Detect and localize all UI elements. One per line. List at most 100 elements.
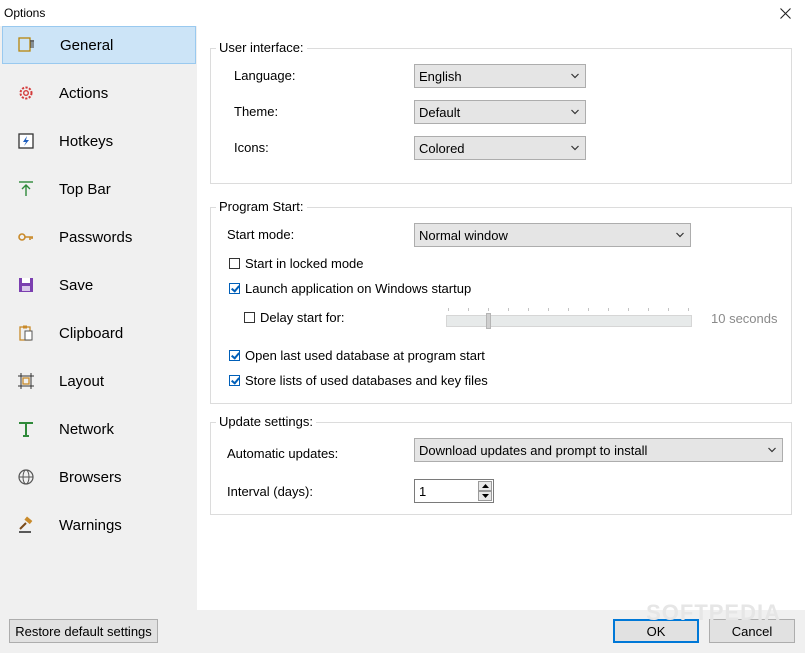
- sidebar-item-warnings[interactable]: Warnings: [2, 506, 196, 544]
- user-interface-group: User interface: Language: English Theme:…: [210, 40, 792, 184]
- slider-tick: [448, 308, 449, 311]
- launch-on-startup-checkbox[interactable]: Launch application on Windows startup: [229, 281, 471, 296]
- slider-tick: [468, 308, 469, 311]
- sidebar-item-save[interactable]: Save: [2, 266, 196, 304]
- delay-slider-track[interactable]: [446, 315, 692, 327]
- gear-icon: [16, 83, 36, 103]
- automatic-updates-dropdown[interactable]: Download updates and prompt to install: [414, 438, 783, 462]
- sidebar-item-network[interactable]: Network: [2, 410, 196, 448]
- watermark: SOFTPEDIA: [646, 600, 781, 625]
- clipboard-icon: [16, 323, 36, 343]
- triangle-down-icon: [481, 494, 489, 498]
- floppy-icon: [16, 275, 36, 295]
- start-mode-label: Start mode:: [227, 227, 295, 242]
- sidebar: General Actions Hotkeys Top Bar Password…: [0, 26, 197, 610]
- sidebar-item-label: Browsers: [59, 468, 122, 486]
- checkbox-label: Delay start for:: [260, 310, 345, 325]
- language-label: Language:: [234, 68, 296, 83]
- slider-tick: [628, 308, 629, 311]
- triangle-up-icon: [481, 484, 489, 488]
- slider-tick: [488, 308, 489, 311]
- slider-tick: [668, 308, 669, 311]
- interval-value: 1: [419, 484, 427, 499]
- interval-stepper[interactable]: 1: [414, 479, 494, 503]
- store-lists-checkbox[interactable]: Store lists of used databases and key fi…: [229, 373, 488, 388]
- checkbox-label: Start in locked mode: [245, 256, 364, 271]
- open-last-database-checkbox[interactable]: Open last used database at program start: [229, 348, 485, 363]
- language-dropdown[interactable]: English: [414, 64, 586, 88]
- sidebar-item-layout[interactable]: Layout: [2, 362, 196, 400]
- start-mode-dropdown[interactable]: Normal window: [414, 223, 691, 247]
- sidebar-item-label: Layout: [59, 372, 105, 390]
- sidebar-item-top-bar[interactable]: Top Bar: [2, 170, 196, 208]
- sidebar-item-label: Top Bar: [59, 180, 111, 198]
- general-icon: [17, 35, 37, 55]
- slider-tick: [568, 308, 569, 311]
- slider-tick: [528, 308, 529, 311]
- sidebar-item-label: Actions: [59, 84, 109, 102]
- title-bar: Options: [0, 0, 805, 26]
- slider-tick: [548, 308, 549, 311]
- chevron-down-icon: [571, 109, 579, 115]
- checkbox-box-checked: [229, 375, 240, 386]
- sidebar-item-label: Warnings: [59, 516, 122, 534]
- sidebar-item-general[interactable]: General: [2, 26, 196, 64]
- hotkeys-icon: [16, 131, 36, 151]
- sidebar-item-label: Clipboard: [59, 324, 124, 342]
- icons-value: Colored: [419, 141, 465, 156]
- close-icon: [779, 7, 791, 19]
- gavel-icon: [16, 515, 36, 535]
- checkbox-box-checked: [229, 350, 240, 361]
- restore-defaults-button[interactable]: Restore default settings: [9, 619, 158, 643]
- sidebar-item-label: Hotkeys: [59, 132, 114, 150]
- arrow-up-icon: [16, 179, 36, 199]
- interval-label: Interval (days):: [227, 484, 313, 499]
- update-settings-group: Update settings: Automatic updates: Down…: [210, 414, 792, 515]
- sidebar-item-actions[interactable]: Actions: [2, 74, 196, 112]
- sidebar-item-label: Network: [59, 420, 115, 438]
- language-value: English: [419, 69, 462, 84]
- checkbox-label: Launch application on Windows startup: [245, 281, 472, 296]
- window-title: Options: [4, 6, 46, 20]
- stepper-down-button[interactable]: [478, 491, 492, 501]
- theme-dropdown[interactable]: Default: [414, 100, 586, 124]
- checkbox-label: Store lists of used databases and key fi…: [245, 373, 488, 388]
- group-title: Program Start:: [216, 199, 307, 214]
- delay-value: 10 seconds: [711, 311, 778, 326]
- layout-icon: [16, 371, 36, 391]
- start-locked-checkbox[interactable]: Start in locked mode: [229, 256, 364, 271]
- close-button[interactable]: [765, 0, 805, 26]
- key-icon: [16, 227, 36, 247]
- checkbox-label: Open last used database at program start: [245, 348, 485, 363]
- theme-label: Theme:: [234, 104, 279, 119]
- slider-tick: [508, 308, 509, 311]
- slider-tick: [588, 308, 589, 311]
- sidebar-item-label: Save: [59, 276, 94, 294]
- sidebar-item-passwords[interactable]: Passwords: [2, 218, 196, 256]
- automatic-updates-label: Automatic updates:: [227, 446, 339, 461]
- slider-tick: [688, 308, 689, 311]
- chevron-down-icon: [571, 73, 579, 79]
- globe-icon: [16, 467, 36, 487]
- slider-tick: [608, 308, 609, 311]
- delay-slider-thumb[interactable]: [486, 313, 491, 329]
- sidebar-item-label: General: [60, 36, 114, 54]
- group-title: Update settings:: [216, 414, 316, 429]
- automatic-updates-value: Download updates and prompt to install: [419, 443, 648, 458]
- group-title: User interface:: [216, 40, 307, 55]
- program-start-group: Program Start: Start mode: Normal window…: [210, 199, 792, 404]
- chevron-down-icon: [676, 232, 684, 238]
- theme-value: Default: [419, 105, 461, 120]
- start-mode-value: Normal window: [419, 228, 508, 243]
- sidebar-item-clipboard[interactable]: Clipboard: [2, 314, 196, 352]
- checkbox-box: [244, 312, 255, 323]
- stepper-up-button[interactable]: [478, 481, 492, 491]
- slider-tick: [648, 308, 649, 311]
- sidebar-item-label: Passwords: [59, 228, 133, 246]
- icons-dropdown[interactable]: Colored: [414, 136, 586, 160]
- checkbox-box-checked: [229, 283, 240, 294]
- sidebar-item-hotkeys[interactable]: Hotkeys: [2, 122, 196, 160]
- sidebar-item-browsers[interactable]: Browsers: [2, 458, 196, 496]
- icons-label: Icons:: [234, 140, 269, 155]
- delay-start-checkbox[interactable]: Delay start for:: [244, 310, 345, 325]
